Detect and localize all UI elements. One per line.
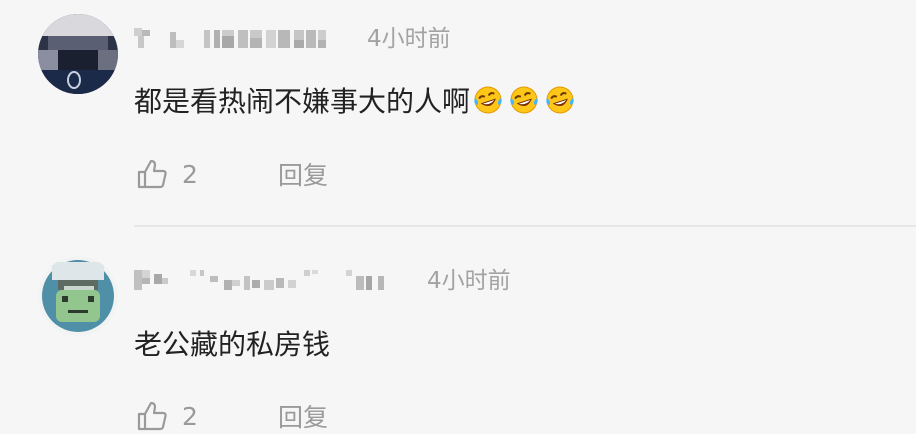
thumbs-up-icon[interactable] [136, 399, 170, 433]
username-pixelated[interactable] [134, 268, 396, 292]
like-count: 2 [182, 401, 198, 431]
comment-item: 4小时前 都是看热闹不嫌事大的人啊 2 回复 [0, 0, 916, 226]
like-count: 2 [182, 159, 198, 189]
avatar-image [38, 14, 118, 94]
comment-item: 4小时前 老公藏的私房钱 2 回复 [0, 227, 916, 432]
reply-button[interactable]: 回复 [278, 156, 328, 192]
comment-actions: 2 回复 [136, 156, 328, 192]
comment-time: 4小时前 [427, 268, 511, 294]
comment-actions: 2 回复 [136, 398, 328, 434]
reply-button[interactable]: 回复 [278, 398, 328, 434]
avatar[interactable] [38, 14, 118, 94]
laugh-cry-emoji [510, 86, 538, 114]
username-pixelated[interactable] [134, 26, 334, 50]
avatar[interactable] [38, 256, 118, 336]
laugh-cry-emoji [474, 86, 502, 114]
emoji-group [472, 84, 576, 116]
comment-text-content: 都是看热闹不嫌事大的人啊 [134, 85, 471, 118]
laugh-cry-emoji [546, 86, 574, 114]
comment-text: 老公藏的私房钱 [134, 328, 331, 361]
avatar-image [38, 256, 118, 336]
comment-text: 都是看热闹不嫌事大的人啊 [134, 82, 576, 122]
thumbs-up-icon[interactable] [136, 157, 170, 191]
comment-time: 4小时前 [367, 26, 451, 52]
